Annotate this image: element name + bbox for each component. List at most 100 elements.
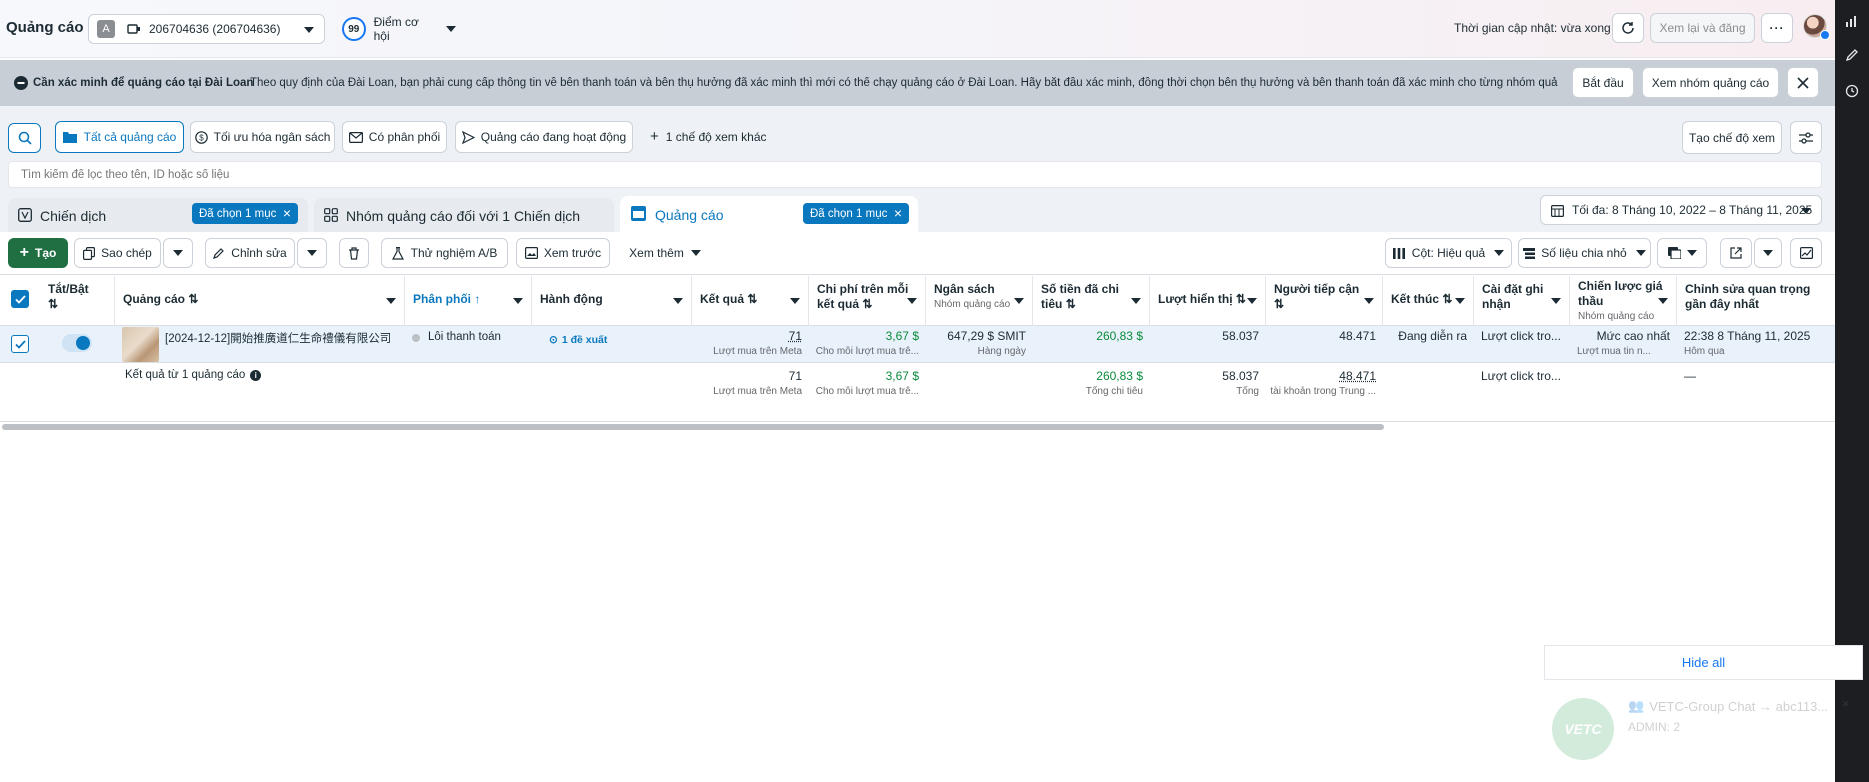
col-header-results[interactable]: Kết quả ⇅ [692,276,809,326]
view-budget-optimization[interactable]: $ Tối ưu hóa ngân sách [190,121,335,153]
reports-icon [1667,247,1681,259]
info-icon[interactable]: i [250,369,262,381]
copy-dropdown-button[interactable] [163,238,193,268]
view-has-delivery[interactable]: Có phân phối [342,121,447,153]
row-attribution: Lượt click tro... [1481,329,1561,343]
account-initial: A [97,20,115,38]
delete-button[interactable] [339,238,369,268]
close-icon[interactable]: × [283,205,291,221]
hide-all-button[interactable]: Hide all [1544,645,1863,680]
close-icon [1797,76,1809,89]
col-header-budget[interactable]: Ngân sách Nhóm quảng cáo [926,276,1033,326]
preview-button[interactable]: Xem trước [516,238,610,268]
search-input[interactable] [8,161,1822,188]
see-more-button[interactable]: Xem thêm [624,238,706,268]
clock-icon[interactable] [1845,84,1859,98]
more-options-button[interactable]: ··· [1761,13,1793,43]
col-spent-label: Số tiền đã chi tiêu [1041,282,1120,311]
col-header-toggle[interactable]: Tắt/Bật ⇅ [40,276,115,326]
chevron-down-icon [1763,250,1773,256]
col-header-cpr[interactable]: Chi phí trên mỗi kết quả ⇅ [809,276,926,326]
columns-button[interactable]: Cột: Hiệu quả [1385,238,1512,268]
col-bid-sub: Nhóm quảng cáo [1578,311,1655,322]
campaign-selected-chip[interactable]: Đã chọn 1 mục × [192,203,298,224]
pencil-icon[interactable] [1845,48,1859,62]
refresh-button[interactable] [1612,13,1644,43]
col-header-bid[interactable]: Chiến lược giá thầu Nhóm quảng cáo [1570,276,1677,326]
banner-view-adsets-button[interactable]: Xem nhóm quảng cáo [1642,67,1779,98]
chat-title-wrap: 👥 VETC-Group Chat → abc113... [1628,698,1828,714]
sort-icon: ⇅ [862,297,873,311]
line-chart-icon [1799,247,1813,259]
date-range-picker[interactable]: Tối đa: 8 Tháng 10, 2022 – 8 Tháng 11, 2… [1540,195,1822,225]
row-toggle-switch[interactable] [62,334,92,352]
total-reach[interactable]: 48.471 [1266,369,1376,383]
col-header-attribution[interactable]: Cài đặt ghi nhận [1474,276,1570,326]
banner-close-button[interactable] [1787,67,1819,98]
create-button[interactable]: + Tạo [8,238,68,268]
copy-button[interactable]: Sao chép [74,238,161,268]
col-header-spent[interactable]: Số tiền đã chi tiêu ⇅ [1033,276,1150,326]
close-icon[interactable]: × [1842,696,1850,711]
create-view-button[interactable]: Tạo chế độ xem [1682,121,1782,154]
chevron-down-icon [1455,298,1465,304]
view-budget-label: Tối ưu hóa ngân sách [213,130,331,144]
col-header-actions[interactable]: Hành động [532,276,692,326]
ad-thumbnail[interactable] [122,327,159,362]
export-dropdown-button[interactable] [1754,238,1782,268]
col-header-last-edit[interactable]: Chỉnh sửa quan trọng gần đây nhất [1677,276,1835,326]
row-results[interactable]: 71 [692,329,802,343]
total-impressions-sub: Tổng [1236,386,1259,397]
send-icon [461,130,475,144]
recommendation-link[interactable]: ⊙ 1 đề xuất [549,334,607,346]
row-checkbox[interactable] [11,335,29,353]
search-toggle-button[interactable] [8,123,41,153]
breakdown-button[interactable]: Số liệu chia nhỏ [1518,238,1651,268]
group-icon: 👥 [1628,698,1645,713]
col-header-ad[interactable]: Quảng cáo ⇅ [115,276,405,326]
col-header-reach[interactable]: Người tiếp cận ⇅ [1266,276,1383,326]
total-spent: 260,83 $ [1096,369,1143,383]
ad-account-icon [127,23,141,35]
edit-button[interactable]: Chỉnh sửa [205,238,295,268]
banner-start-button[interactable]: Bắt đầu [1572,67,1634,98]
close-icon[interactable]: × [894,205,902,221]
opportunity-score-button[interactable]: 99 Điểm cơ hội [342,15,456,43]
horizontal-scrollbar[interactable] [2,424,1384,430]
col-header-impressions[interactable]: Lượt hiển thị ⇅ [1150,276,1266,326]
chat-notification[interactable]: VETC 👥 VETC-Group Chat → abc113... ADMIN… [1544,686,1863,768]
chart-icon[interactable] [1845,14,1859,28]
ad-name[interactable]: [2024-12-12]開始推廣道仁生命禮儀有限公司 [165,330,401,346]
more-views-button[interactable]: + 1 chế độ xem khác [650,129,767,144]
account-selector[interactable]: A 206704636 (206704636) [88,14,325,44]
sliders-icon [1799,131,1813,144]
col-header-delivery[interactable]: Phân phối ↑ [405,276,532,326]
date-range-label: Tối đa: 8 Tháng 10, 2022 – 8 Tháng 11, 2… [1572,203,1813,217]
ad-selected-chip[interactable]: Đã chọn 1 mục × [803,203,909,224]
select-all-checkbox[interactable] [11,290,29,308]
chevron-down-icon [1658,298,1668,304]
row-cpr-sub: Cho mỗi lượt mua trê... [815,346,919,357]
view-has-delivery-label: Có phân phối [368,130,441,144]
col-delivery-label: Phân phối [413,292,471,306]
view-settings-button[interactable] [1790,121,1822,154]
view-all-ads[interactable]: Tất cả quảng cáo [55,121,184,153]
refresh-icon [1621,21,1635,35]
campaign-icon [18,208,32,222]
chevron-down-icon [386,298,396,304]
chat-avatar: VETC [1552,698,1614,760]
export-button[interactable] [1720,238,1752,268]
edit-label: Chỉnh sửa [231,246,287,260]
view-active-ads[interactable]: Quảng cáo đang hoạt động [455,121,633,153]
reports-button[interactable] [1657,238,1707,268]
col-header-ends[interactable]: Kết thúc ⇅ [1383,276,1474,326]
ab-test-button[interactable]: Thử nghiệm A/B [381,238,508,268]
total-impressions: 58.037 [1222,369,1259,383]
campaign-selected-label: Đã chọn 1 mục [199,207,277,220]
col-budget-label: Ngân sách [934,282,995,296]
plus-icon: + [19,244,29,261]
flask-icon [391,246,404,260]
charts-toggle-button[interactable] [1790,238,1822,268]
edit-dropdown-button[interactable] [297,238,327,268]
review-publish-button[interactable]: Xem lại và đăng [1650,13,1755,43]
